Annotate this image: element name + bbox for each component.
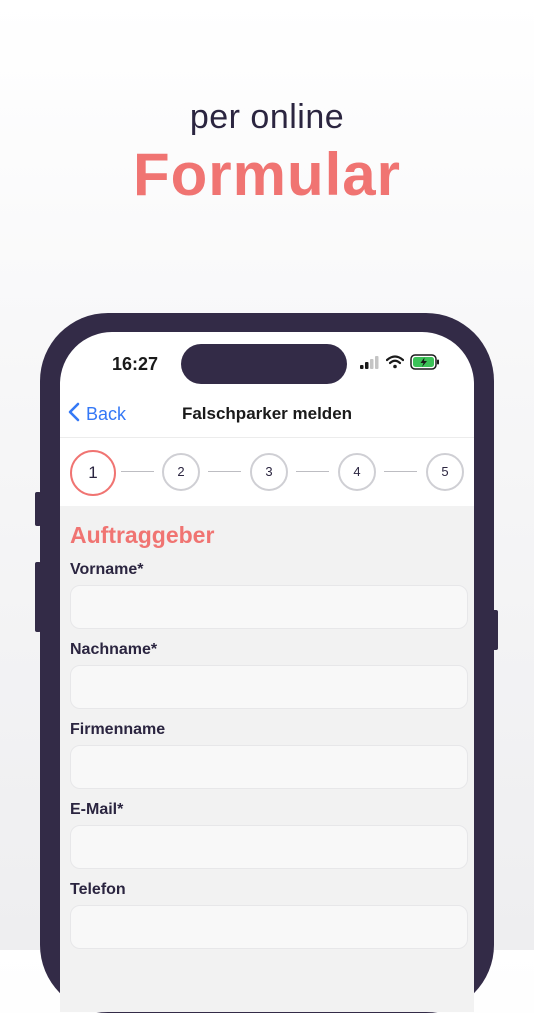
status-bar: 16:27 <box>60 332 474 394</box>
email-label: E-Mail* <box>70 801 124 818</box>
navigation-bar: Back Falschparker melden <box>60 394 474 438</box>
dynamic-island <box>181 344 347 384</box>
form-area: Auftraggeber Vorname* Nachname* Firmenna… <box>60 506 474 1012</box>
phone-screen: 16:27 Back Falschparker melden 1 2 3 4 5… <box>60 332 474 1012</box>
step-connector <box>208 471 241 472</box>
firmenname-label: Firmenname <box>70 721 166 738</box>
phone-side-button-right <box>492 610 498 650</box>
step-connector <box>384 471 417 472</box>
step-2[interactable]: 2 <box>162 453 200 491</box>
step-5[interactable]: 5 <box>426 453 464 491</box>
section-title: Auftraggeber <box>70 522 215 548</box>
wifi-icon <box>385 354 405 374</box>
phone-side-button-left-top <box>35 492 41 526</box>
step-connector <box>121 471 154 472</box>
step-4[interactable]: 4 <box>338 453 376 491</box>
page-title: Falschparker melden <box>181 404 353 423</box>
battery-charging-icon <box>410 353 440 375</box>
status-icons <box>360 353 440 375</box>
firmenname-input[interactable] <box>70 745 468 789</box>
promo-title: Formular <box>132 141 402 208</box>
telefon-input[interactable] <box>70 905 468 949</box>
email-input[interactable] <box>70 825 468 869</box>
step-indicator: 1 2 3 4 5 <box>60 438 474 506</box>
telefon-label: Telefon <box>70 881 126 898</box>
nachname-input[interactable] <box>70 665 468 709</box>
phone-side-button-left-bottom <box>35 562 41 632</box>
step-1[interactable]: 1 <box>70 450 116 496</box>
status-time: 16:27 <box>112 354 159 374</box>
promo-subtitle: per online <box>189 98 345 136</box>
vorname-input[interactable] <box>70 585 468 629</box>
nachname-label: Nachname* <box>70 641 158 658</box>
cellular-signal-icon <box>360 355 380 374</box>
vorname-label: Vorname* <box>70 561 144 578</box>
step-3[interactable]: 3 <box>250 453 288 491</box>
step-connector <box>296 471 329 472</box>
